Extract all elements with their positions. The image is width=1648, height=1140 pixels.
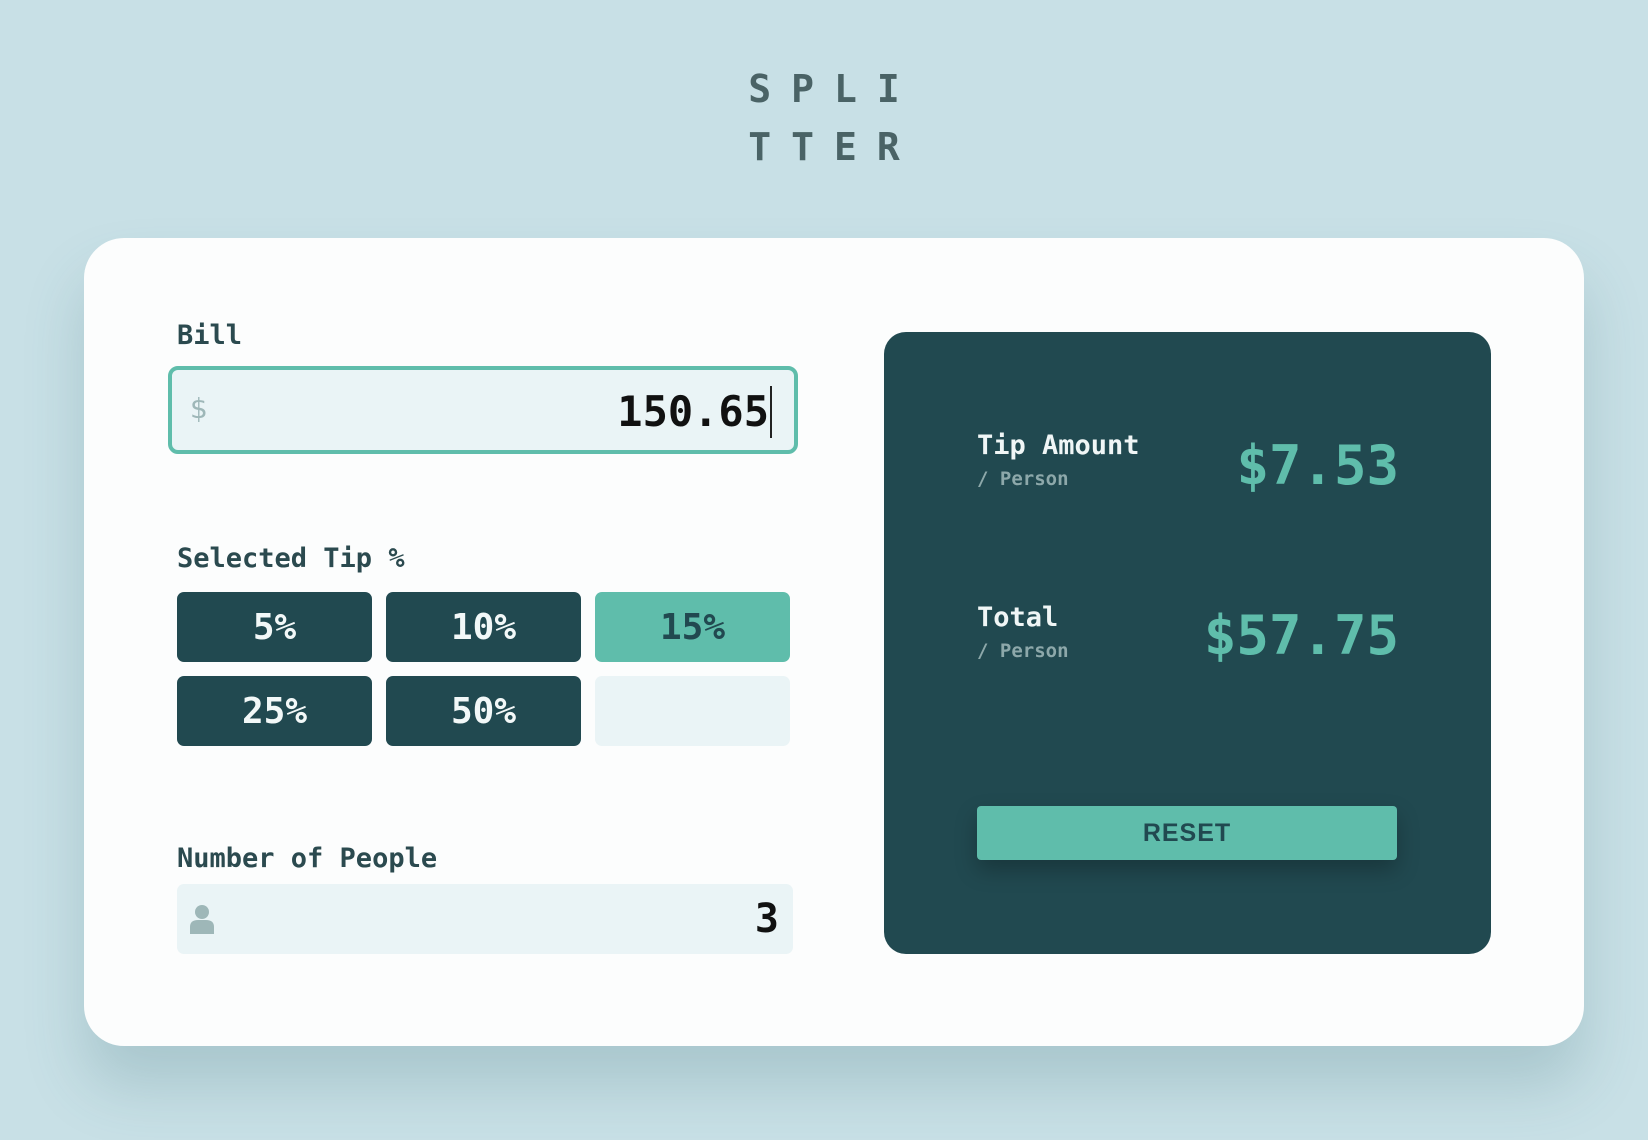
person-icon — [190, 905, 214, 934]
people-label: Number of People — [177, 843, 438, 874]
reset-button[interactable]: RESET — [977, 806, 1397, 860]
tip-amount-per-person: / Person — [977, 468, 1069, 490]
custom-tip-input[interactable] — [595, 676, 790, 746]
total-per-person: / Person — [977, 640, 1069, 662]
tip-label: Selected Tip % — [177, 543, 405, 574]
tip-button-50[interactable]: 50% — [386, 676, 581, 746]
calculator-card: Bill $ 150.65 Selected Tip % 5% 10% 15% … — [84, 238, 1584, 1046]
dollar-icon: $ — [190, 392, 208, 425]
logo-line-1: SPLI — [748, 67, 920, 111]
tip-button-15[interactable]: 15% — [595, 592, 790, 662]
logo-line-2: TTER — [748, 125, 920, 169]
bill-input-value: 150.65 — [617, 386, 772, 438]
people-input-value: 3 — [754, 896, 779, 942]
total-value: $57.75 — [1203, 604, 1399, 667]
results-panel: Tip Amount / Person $7.53 Total / Person… — [884, 332, 1491, 954]
tip-amount-value: $7.53 — [1236, 434, 1399, 497]
tip-button-25[interactable]: 25% — [177, 676, 372, 746]
tip-options: 5% 10% 15% 25% 50% — [177, 592, 793, 746]
app-logo: SPLI TTER — [0, 60, 1648, 176]
bill-input[interactable]: $ 150.65 — [168, 366, 798, 454]
total-label: Total — [977, 602, 1059, 633]
people-input[interactable]: 3 — [177, 884, 793, 954]
bill-label: Bill — [177, 320, 243, 351]
tip-amount-label: Tip Amount — [977, 430, 1140, 461]
tip-button-10[interactable]: 10% — [386, 592, 581, 662]
tip-button-5[interactable]: 5% — [177, 592, 372, 662]
